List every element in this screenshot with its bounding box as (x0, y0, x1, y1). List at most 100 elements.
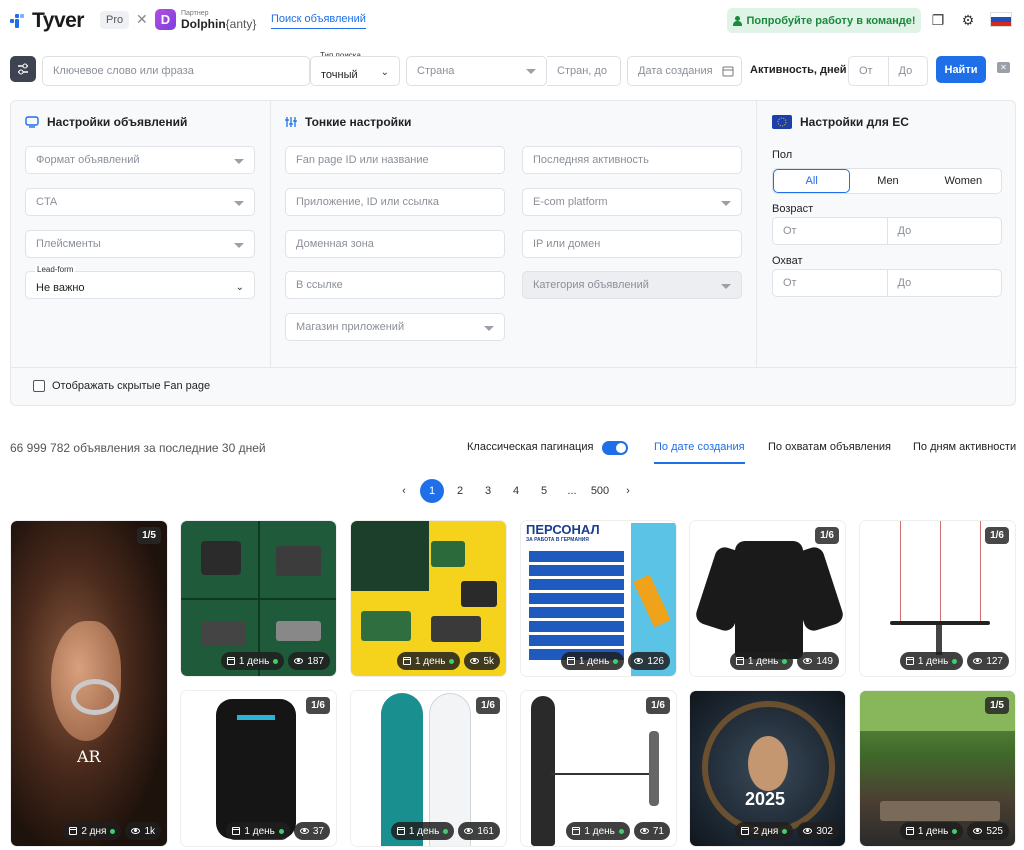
carousel-badge: 1/5 (137, 527, 161, 544)
user-icon (732, 15, 742, 26)
eye-icon (470, 658, 480, 664)
nav-ad-search[interactable]: Поиск объявлений (271, 13, 366, 29)
reach-to-input[interactable]: До (886, 270, 1002, 296)
age-to-input[interactable]: До (886, 218, 1002, 244)
ad-card[interactable]: 1 день 5k (350, 520, 507, 677)
chevron-down-icon: ⌄ (380, 67, 389, 78)
logo[interactable]: Tyver (10, 9, 84, 33)
hidden-fanpage-label: Отображать скрытые Fan page (52, 380, 211, 392)
ad-card[interactable]: 2025 2 дня 302 (689, 690, 846, 847)
last-activity-input[interactable]: Последняя активность (522, 146, 742, 174)
domain-zone-input[interactable]: Доменная зона (285, 230, 505, 258)
in-link-input[interactable]: В ссылке (285, 271, 505, 299)
ad-card[interactable]: ПЕРСОНАЛ ЗА РАБОТА В ГЕРМАНИЯ 1 день 126 (520, 520, 677, 677)
calendar-icon (226, 657, 235, 665)
partner-suffix: {anty} (225, 17, 257, 31)
ad-subheadline: ЗА РАБОТА В ГЕРМАНИЯ (526, 537, 589, 543)
calendar-icon (905, 657, 914, 665)
page-3[interactable]: 3 (474, 480, 502, 502)
page-500[interactable]: 500 (586, 480, 614, 502)
age-range[interactable]: От До (772, 217, 1002, 245)
plan-badge: Pro (100, 11, 130, 29)
calendar-icon (905, 827, 914, 835)
reach-from-input[interactable]: От (773, 270, 887, 296)
ad-card[interactable]: 1 день 187 (180, 520, 337, 677)
ad-card[interactable]: 1/6 1 день 149 (689, 520, 846, 677)
lead-form-select[interactable]: Не важно ⌄ (25, 271, 255, 299)
country-to-input[interactable]: Стран, до (547, 56, 621, 86)
page-1[interactable]: 1 (420, 479, 444, 503)
fanpage-input[interactable]: Fan page ID или название (285, 146, 505, 174)
filters-toggle-button[interactable] (10, 56, 36, 82)
carousel-badge: 1/6 (646, 697, 670, 714)
pagination: ‹ 1 2 3 4 5 ... 500 › (390, 479, 642, 503)
carousel-badge: 1/5 (985, 697, 1009, 714)
page-4[interactable]: 4 (502, 480, 530, 502)
page-prev[interactable]: ‹ (390, 480, 418, 502)
app-input[interactable]: Приложение, ID или ссылка (285, 188, 505, 216)
ad-card[interactable]: AR 1/5 2 дня 1k (10, 520, 168, 847)
sliders-icon (18, 63, 28, 75)
partner-name: Dolphin (181, 17, 226, 31)
ad-card[interactable]: 1/5 1 день 525 (859, 690, 1016, 847)
calendar-icon (572, 827, 581, 835)
ad-card[interactable]: 1/6 1 день 71 (520, 690, 677, 847)
calendar-icon (396, 827, 405, 835)
carousel-badge: 1/6 (985, 527, 1009, 544)
app-store-select[interactable]: Магазин приложений (285, 313, 505, 341)
page-ellipsis: ... (567, 485, 577, 497)
ad-watermark: AR (77, 747, 101, 766)
ad-card[interactable]: 1/6 1 день 127 (859, 520, 1016, 677)
reach-label: Охват (772, 255, 803, 267)
page-5[interactable]: 5 (530, 480, 558, 502)
calendar-icon (232, 827, 241, 835)
find-button[interactable]: Найти (936, 56, 986, 83)
page-next[interactable]: › (614, 480, 642, 502)
ip-domain-input[interactable]: IP или домен (522, 230, 742, 258)
eye-icon (973, 828, 983, 834)
checkbox-icon[interactable] (33, 380, 45, 392)
country-select[interactable]: Страна (406, 56, 547, 86)
gender-all[interactable]: All (773, 169, 851, 193)
sort-by-reach[interactable]: По охватам объявления (768, 441, 891, 453)
fine-settings-title: Тонкие настройки (285, 115, 411, 129)
reach-range[interactable]: От До (772, 269, 1002, 297)
lead-form-label: Lead-form (35, 265, 76, 274)
gear-icon[interactable]: ⚙ (960, 12, 976, 28)
ad-image-earring: AR (11, 521, 167, 846)
calendar-icon (741, 827, 750, 835)
sort-by-date[interactable]: По дате создания (654, 441, 745, 464)
activity-from-input[interactable]: От (849, 57, 888, 85)
eye-icon (803, 658, 813, 664)
copy-icon[interactable]: ❐ (930, 12, 946, 28)
ecom-platform-select[interactable]: E-com platform (522, 188, 742, 216)
gender-men[interactable]: Men (850, 169, 925, 193)
activity-range[interactable]: От До (848, 56, 928, 86)
search-type-select[interactable]: точный ⌄ (310, 56, 400, 86)
logo-text: Tyver (32, 9, 84, 32)
date-created-input[interactable]: Дата создания (627, 56, 742, 86)
ad-card[interactable]: 1/6 1 день 161 (350, 690, 507, 847)
cta-select[interactable]: CTA (25, 188, 255, 216)
classic-pagination-toggle[interactable] (602, 441, 628, 455)
clear-icon[interactable]: ✕ (997, 62, 1010, 73)
eye-icon (299, 828, 309, 834)
placements-select[interactable]: Плейсменты (25, 230, 255, 258)
ad-card[interactable]: 1/6 1 день 37 (180, 690, 337, 847)
language-flag-icon[interactable] (990, 12, 1012, 27)
gender-segmented[interactable]: All Men Women (772, 168, 1002, 194)
hidden-fanpage-checkbox[interactable]: Отображать скрытые Fan page (33, 380, 210, 392)
page-2[interactable]: 2 (446, 480, 474, 502)
activity-to-input[interactable]: До (887, 57, 928, 85)
ad-format-select[interactable]: Формат объявлений (25, 146, 255, 174)
carousel-badge: 1/6 (306, 697, 330, 714)
sort-by-activity[interactable]: По дням активности (913, 441, 1016, 453)
ad-year: 2025 (745, 789, 786, 809)
days-pill: 2 дня (63, 822, 122, 840)
partner-dolphin[interactable]: D Партнер Dolphin{anty} (155, 8, 256, 30)
team-cta-button[interactable]: Попробуйте работу в команде! (727, 8, 921, 33)
gender-women[interactable]: Women (926, 169, 1001, 193)
dolphin-logo-icon: D (155, 8, 176, 30)
keyword-input[interactable]: Ключевое слово или фраза (42, 56, 310, 86)
age-from-input[interactable]: От (773, 218, 887, 244)
